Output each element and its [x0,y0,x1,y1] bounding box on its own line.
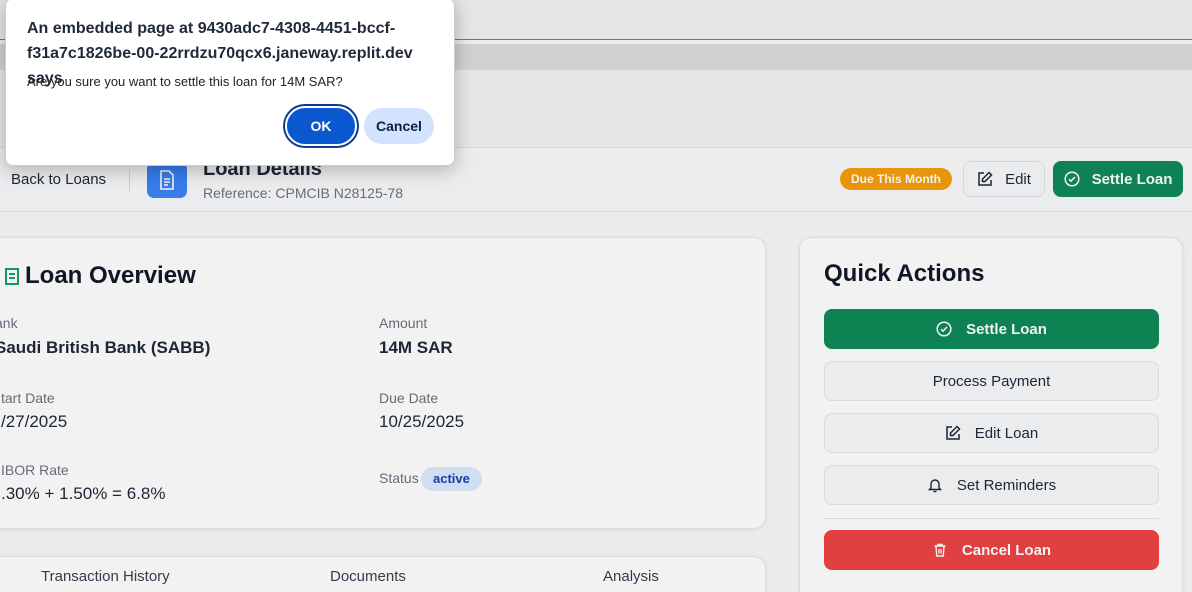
ok-button[interactable]: OK [285,106,357,146]
confirm-dialog: An embedded page at 9430adc7-4308-4451-b… [5,0,455,166]
dialog-message: Are you sure you want to settle this loa… [27,74,343,89]
cancel-button[interactable]: Cancel [364,108,434,144]
